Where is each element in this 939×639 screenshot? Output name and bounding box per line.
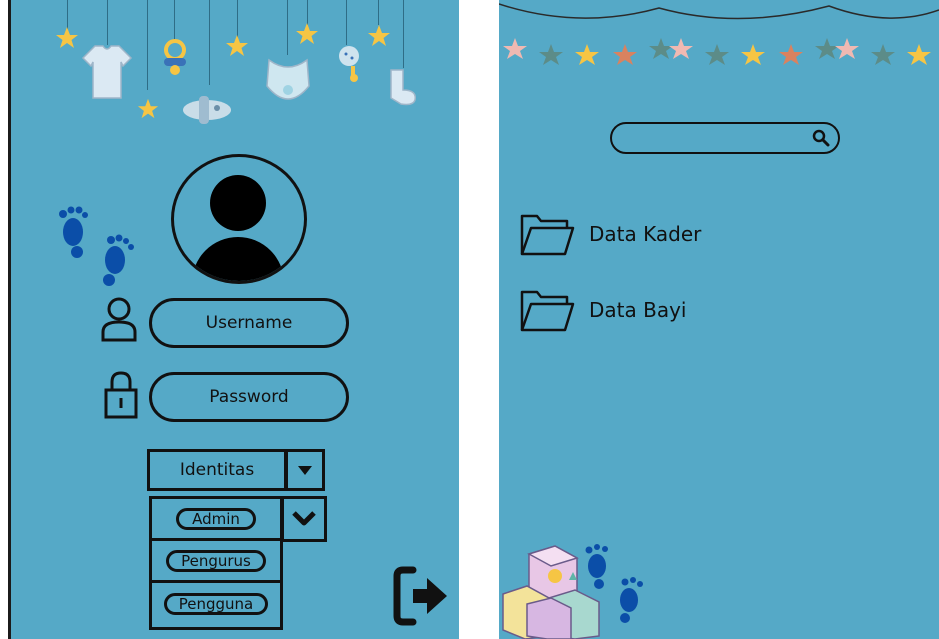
- options-toggle-button[interactable]: [281, 496, 327, 542]
- star-icon: [368, 25, 390, 46]
- chevron-down-icon: [292, 511, 316, 526]
- search-icon[interactable]: [812, 129, 830, 147]
- baby-sock-icon: [390, 69, 416, 106]
- password-input[interactable]: Password: [149, 372, 349, 422]
- user-outline-icon: [101, 297, 137, 342]
- menu-item-data-kader[interactable]: Data Kader: [519, 210, 701, 258]
- baby-shirt-icon: [81, 45, 133, 99]
- folder-open-icon: [520, 214, 575, 256]
- identity-select[interactable]: Identitas: [147, 449, 287, 491]
- username-input[interactable]: Username: [149, 298, 349, 348]
- padlock-icon: [104, 371, 138, 419]
- menu-item-label: Data Bayi: [589, 298, 687, 322]
- star-icon: [226, 35, 248, 56]
- option-row: Pengurus: [152, 541, 280, 583]
- caret-down-icon: [298, 465, 312, 475]
- pacifier-icon: [164, 39, 186, 75]
- option-row: Admin: [152, 499, 280, 541]
- option-row: Pengguna: [152, 583, 280, 625]
- identity-options-list: Admin Pengurus Pengguna: [149, 496, 283, 630]
- option-admin[interactable]: Admin: [176, 507, 256, 530]
- identity-dropdown-button[interactable]: [285, 449, 325, 491]
- baby-bib-icon: [266, 58, 310, 100]
- star-icon: [296, 23, 318, 44]
- option-pengguna[interactable]: Pengguna: [163, 593, 269, 615]
- toy-blocks-icon: [502, 545, 600, 639]
- toy-plane-icon: [183, 96, 231, 124]
- menu-item-data-bayi[interactable]: Data Bayi: [519, 286, 686, 334]
- logout-icon[interactable]: [393, 566, 451, 626]
- menu-item-label: Data Kader: [589, 222, 702, 246]
- folder-open-icon: [520, 290, 575, 332]
- menu-panel: Data Kader Data Bayi: [499, 0, 939, 639]
- login-panel: Username Password Identitas Admin Pengur…: [8, 0, 459, 639]
- user-avatar: [171, 154, 307, 284]
- star-icon: [56, 27, 78, 48]
- footprints-icon: [59, 206, 134, 286]
- rattle-icon: [339, 46, 359, 82]
- star-icon: [137, 98, 159, 119]
- search-input[interactable]: [610, 122, 840, 154]
- star-garland-icon: [499, 3, 939, 65]
- option-pengurus[interactable]: Pengurus: [166, 549, 266, 572]
